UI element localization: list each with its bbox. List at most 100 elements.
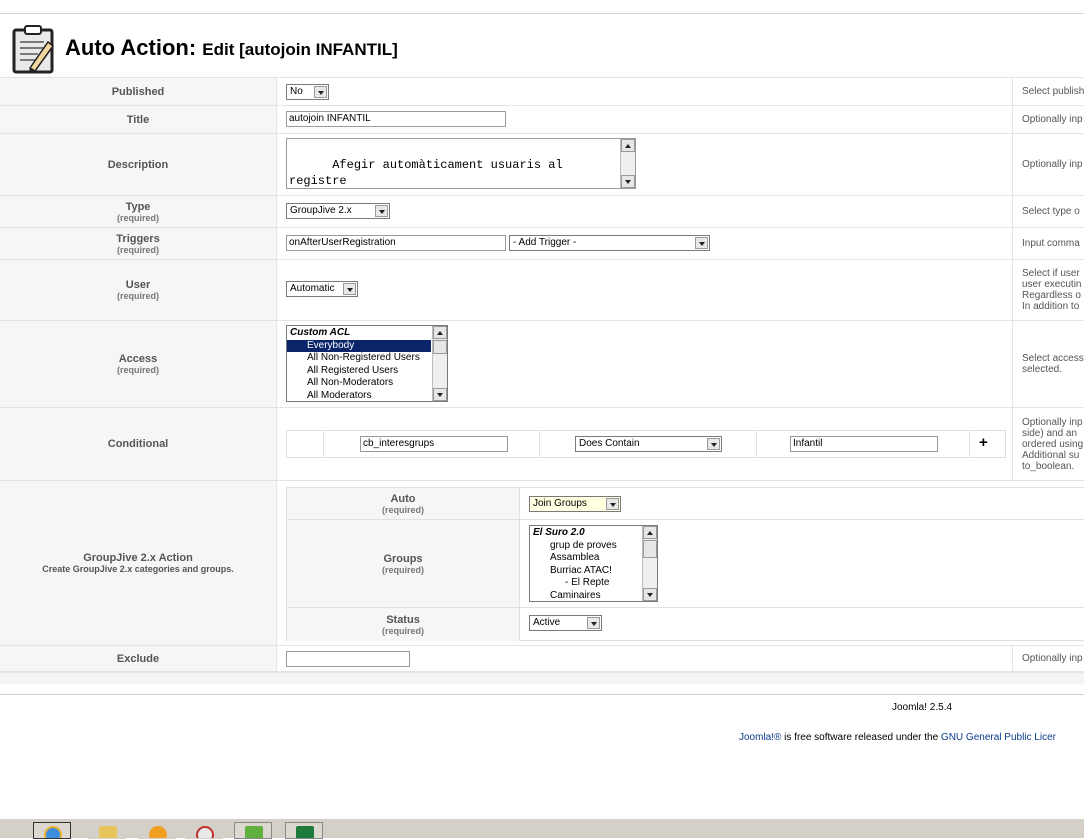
scroll-up-icon[interactable] (433, 326, 447, 339)
help-triggers: Input comma (1012, 228, 1084, 259)
description-textarea[interactable]: Afegir automàticament usuaris al registr… (286, 138, 636, 189)
status-select[interactable]: Active (529, 615, 602, 631)
groupjive-status-row: Status (required) Active (287, 608, 1084, 641)
triggers-input[interactable]: onAfterUserRegistration (286, 235, 506, 251)
condition-operator-select[interactable]: Does Contain (575, 436, 722, 452)
form-bottom-bar (0, 672, 1084, 684)
type-select[interactable]: GroupJive 2.x (286, 203, 390, 219)
published-select[interactable]: No (286, 84, 329, 100)
list-item[interactable]: - El Repte (530, 577, 657, 590)
page-title-main: Auto Action: (65, 35, 197, 60)
scroll-down-icon[interactable] (643, 588, 657, 601)
chevron-down-icon (695, 237, 708, 249)
row-conditional: Conditional cb_interesgrups Does Contain… (0, 407, 1084, 480)
scroll-up-icon[interactable] (621, 139, 635, 152)
top-border (0, 0, 1084, 14)
title-input[interactable]: autojoin INFANTIL (286, 111, 506, 127)
groups-listbox[interactable]: El Suro 2.0 grup de proves Assamblea Bur… (529, 525, 658, 602)
excel-icon (296, 826, 314, 838)
list-item[interactable]: Caminaires (530, 590, 657, 602)
row-user: User (required) Automatic Select if user u… (0, 259, 1084, 320)
help-title: Optionally inp (1012, 106, 1084, 133)
label-user: User (required) (0, 260, 277, 320)
row-type: Type (required) GroupJive 2.x Select type… (0, 195, 1084, 227)
taskbar (0, 818, 1084, 839)
auto-select[interactable]: Join Groups (529, 496, 621, 512)
tool-icon (196, 826, 214, 838)
help-published: Select publish (1012, 78, 1084, 105)
taskbar-media-button[interactable] (234, 822, 272, 839)
help-access: Select access selected. (1012, 321, 1084, 407)
list-item: Custom ACL (290, 327, 351, 338)
list-item[interactable]: All Non-Registered Users (287, 352, 447, 365)
label-description: Description (0, 134, 277, 195)
exclude-input[interactable] (286, 651, 410, 667)
row-published: Published No Select publish (0, 77, 1084, 105)
row-access: Access (required) Custom ACL Everybody Al… (0, 320, 1084, 407)
help-conditional: Optionally inp side) and an ordered using… (1012, 408, 1084, 480)
chevron-down-icon (707, 438, 720, 450)
list-item[interactable]: All Non-Moderators (287, 377, 447, 390)
row-description: Description Afegir automàticament usuari… (0, 133, 1084, 195)
taskbar-browser-button[interactable] (33, 822, 71, 839)
label-conditional: Conditional (0, 408, 277, 480)
label-triggers: Triggers (required) (0, 228, 277, 259)
help-exclude: Optionally inp (1012, 646, 1084, 671)
label-published: Published (0, 78, 277, 105)
scroll-thumb[interactable] (433, 340, 447, 354)
license-text: Joomla!® is free software released under… (739, 732, 1056, 743)
add-trigger-select[interactable]: - Add Trigger - (509, 235, 710, 251)
scroll-down-icon[interactable] (433, 388, 447, 401)
help-user: Select if user user executin Regardless o… (1012, 260, 1084, 320)
row-exclude: Exclude Optionally inp (0, 645, 1084, 672)
folder-icon (99, 826, 117, 838)
list-item[interactable]: All Moderators (287, 390, 447, 402)
add-condition-icon[interactable]: + (979, 434, 988, 451)
label-type: Type (required) (0, 196, 277, 227)
description-scrollbar[interactable] (620, 139, 635, 188)
taskbar-excel-button[interactable] (285, 822, 323, 839)
browser-icon (44, 826, 62, 838)
user-select[interactable]: Automatic (286, 281, 358, 297)
footer: Joomla! 2.5.4 Joomla!® is free software … (0, 694, 1084, 804)
chevron-down-icon (314, 86, 327, 98)
list-item[interactable]: Everybody (287, 339, 431, 352)
version-text: Joomla! 2.5.4 (892, 702, 953, 713)
label-groupjive: GroupJive 2.x Action Create GroupJive 2.… (0, 481, 277, 645)
access-listbox[interactable]: Custom ACL Everybody All Non-Registered … (286, 325, 448, 402)
access-scrollbar[interactable] (432, 326, 447, 401)
page-header: Auto Action: Edit [autojoin INFANTIL] (0, 15, 1084, 77)
taskbar-app-button[interactable] (138, 822, 176, 839)
label-title: Title (0, 106, 277, 133)
list-item[interactable]: grup de proves (530, 540, 657, 553)
clipboard-pencil-icon (10, 24, 58, 74)
help-description: Optionally inp (1012, 134, 1084, 195)
taskbar-tool-button[interactable] (185, 822, 223, 839)
list-item[interactable]: All Registered Users (287, 365, 447, 378)
scroll-down-icon[interactable] (621, 175, 635, 188)
scroll-thumb[interactable] (643, 540, 657, 558)
groupjive-table: Auto (required) Join Groups Groups (requir… (286, 487, 1084, 641)
row-groupjive: GroupJive 2.x Action Create GroupJive 2.… (0, 480, 1084, 645)
groupjive-auto-row: Auto (required) Join Groups (287, 488, 1084, 520)
scroll-up-icon[interactable] (643, 526, 657, 539)
groupjive-groups-row: Groups (required) El Suro 2.0 grup de pro… (287, 520, 1084, 608)
condition-value-input[interactable]: Infantil (790, 436, 938, 452)
condition-field-input[interactable]: cb_interesgrups (360, 436, 508, 452)
page-title-sub: Edit [autojoin INFANTIL] (202, 40, 398, 59)
page-title: Auto Action: Edit [autojoin INFANTIL] (65, 35, 398, 61)
joomla-link[interactable]: Joomla!® (739, 732, 781, 743)
help-type: Select type o (1012, 196, 1084, 227)
list-item[interactable]: Burriac ATAC! (530, 565, 657, 578)
app-icon (149, 826, 167, 838)
taskbar-folder-button[interactable] (88, 822, 126, 839)
label-access: Access (required) (0, 321, 277, 407)
chevron-down-icon (375, 205, 388, 217)
row-title: Title autojoin INFANTIL Optionally inp (0, 105, 1084, 133)
list-item[interactable]: Assamblea (530, 552, 657, 565)
row-triggers: Triggers (required) onAfterUserRegistrati… (0, 227, 1084, 259)
chevron-down-icon (343, 283, 356, 295)
gpl-link[interactable]: GNU General Public Licer (941, 732, 1056, 743)
groups-scrollbar[interactable] (642, 526, 657, 601)
list-item: El Suro 2.0 (533, 527, 585, 538)
